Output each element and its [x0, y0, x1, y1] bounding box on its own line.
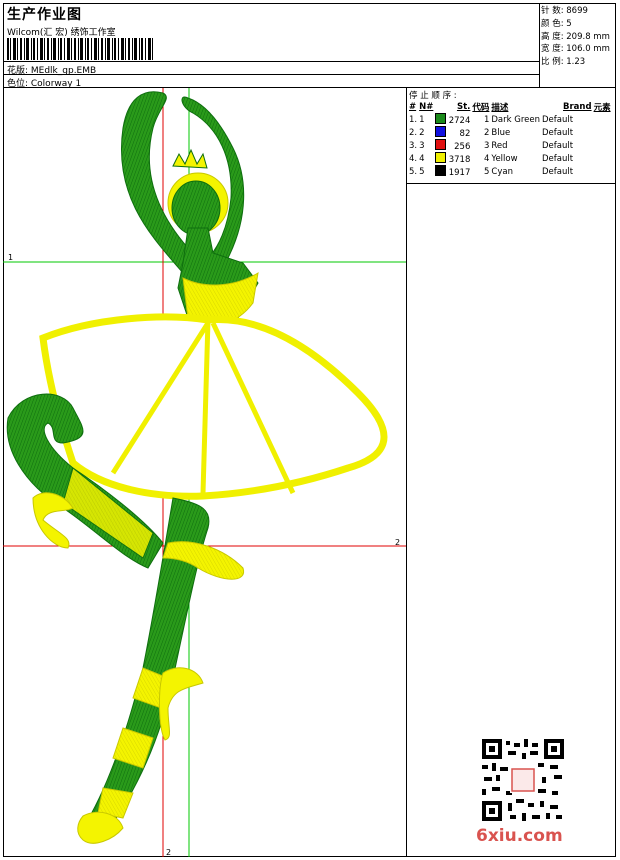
- stitch-count: 2724: [448, 116, 471, 126]
- stat-height: 高 度: 209.8 mm: [541, 31, 610, 42]
- cell-code: 2: [483, 127, 490, 138]
- col-header: 描述: [491, 102, 509, 113]
- cell-n: 2: [419, 127, 425, 138]
- cell-idx: 1.: [409, 114, 418, 125]
- cell-idx: 4.: [409, 153, 418, 164]
- ballerina-embroidery: 1 2 2: [3, 88, 406, 857]
- cell-desc: Dark Green: [491, 114, 541, 125]
- col-header: #: [409, 101, 417, 112]
- cell-el: [593, 139, 612, 152]
- cell-desc: Yellow: [491, 153, 518, 164]
- cell-n: 5: [419, 166, 425, 177]
- cell-code: 4: [483, 153, 490, 164]
- color-table: # N# St. 代码 描述 Brand 元素 1. 1 2724 1 Dark Gre…: [408, 100, 612, 179]
- color-row: 4. 4 3718 4 Yellow Default: [408, 152, 612, 165]
- design-preview: 1 2 2: [3, 88, 407, 857]
- qr-code: [480, 737, 566, 823]
- cell-st: 3718: [434, 152, 471, 165]
- col-header: Brand: [563, 101, 592, 112]
- face: [171, 180, 221, 236]
- barcode: [7, 38, 153, 60]
- col-header: St.: [456, 101, 471, 112]
- cell-brand: Default: [542, 127, 574, 138]
- color-swatch: [435, 152, 447, 163]
- color-swatch: [435, 165, 447, 176]
- page-title: 生产作业图: [7, 7, 82, 23]
- cell-brand: Default: [542, 153, 574, 164]
- cell-n: 4: [419, 153, 425, 164]
- cell-idx: 2.: [409, 127, 418, 138]
- stat-width: 宽 度: 106.0 mm: [541, 44, 610, 55]
- color-swatch: [435, 126, 447, 137]
- color-table-header: # N# St. 代码 描述 Brand 元素: [408, 100, 612, 113]
- col-header: N#: [419, 101, 434, 112]
- cell-st: 2724: [434, 113, 471, 126]
- design-stats: 针 数: 8699 颜 色: 5 高 度: 209.8 mm 宽 度: 106.…: [541, 5, 610, 69]
- header-panel: 生产作业图 Wilcom(汇 宏) 绣饰工作室 花版: MEdlk_gp.EMB…: [3, 3, 616, 89]
- cell-desc: Red: [491, 140, 508, 151]
- color-row: 1. 1 2724 1 Dark Green Default: [408, 113, 612, 126]
- cell-st: 256: [434, 139, 471, 152]
- stop-sequence-panel: 停 止 顺 序 : # N# St. 代码 描述 Brand 元素 1. 1 272…: [407, 88, 616, 184]
- cell-el: [593, 165, 612, 178]
- guide-label-v2: 2: [166, 848, 171, 857]
- stat-stitches: 针 数: 8699: [541, 6, 588, 16]
- col-header: 代码: [472, 102, 490, 113]
- color-row: 3. 3 256 3 Red Default: [408, 139, 612, 152]
- stitch-count: 256: [454, 142, 471, 152]
- cell-desc: Blue: [491, 127, 511, 138]
- stitch-count: 82: [459, 129, 471, 139]
- guide-label-h2: 2: [395, 538, 400, 547]
- cell-idx: 5.: [409, 166, 418, 177]
- guide-label-h1: 1: [8, 253, 13, 262]
- col-header: 元素: [593, 102, 611, 113]
- color-swatch: [435, 139, 447, 150]
- back-leg-shoe: [32, 492, 74, 549]
- cell-code: 3: [483, 140, 490, 151]
- cell-st: 1917: [434, 165, 471, 178]
- qr-logo-stamp: [511, 768, 535, 792]
- crown: [172, 148, 208, 169]
- cell-el: [593, 126, 612, 139]
- cell-el: [593, 152, 612, 165]
- color-row: 2. 2 82 2 Blue Default: [408, 126, 612, 139]
- header-left: 生产作业图 Wilcom(汇 宏) 绣饰工作室 花版: MEdlk_gp.EMB…: [3, 3, 540, 89]
- header-divider: [3, 61, 539, 62]
- stat-colors: 颜 色: 5: [541, 18, 572, 29]
- cell-el: [593, 113, 612, 126]
- stat-scale: 比 例: 1.23: [541, 57, 586, 68]
- cell-st: 82: [434, 126, 471, 139]
- cell-desc: Cyan: [491, 166, 513, 177]
- stitch-count: 3718: [448, 155, 471, 165]
- studio-name: Wilcom(汇 宏) 绣饰工作室: [7, 28, 116, 38]
- cell-brand: Default: [542, 114, 574, 125]
- tutu-skirt: [39, 313, 388, 500]
- header-divider: [3, 74, 539, 75]
- cell-n: 3: [419, 140, 425, 151]
- stitch-count: 1917: [448, 168, 471, 178]
- color-row: 5. 5 1917 5 Cyan Default: [408, 165, 612, 178]
- watermark: 6xiu.com: [476, 826, 563, 846]
- color-swatch: [435, 113, 447, 124]
- cell-idx: 3.: [409, 140, 418, 151]
- cell-code: 5: [483, 166, 490, 177]
- cell-brand: Default: [542, 140, 574, 151]
- cell-code: 1: [483, 114, 490, 125]
- cell-brand: Default: [542, 166, 574, 177]
- leg-ribbons: [97, 667, 169, 819]
- cell-n: 1: [419, 114, 425, 125]
- ankle-bow: [158, 667, 204, 741]
